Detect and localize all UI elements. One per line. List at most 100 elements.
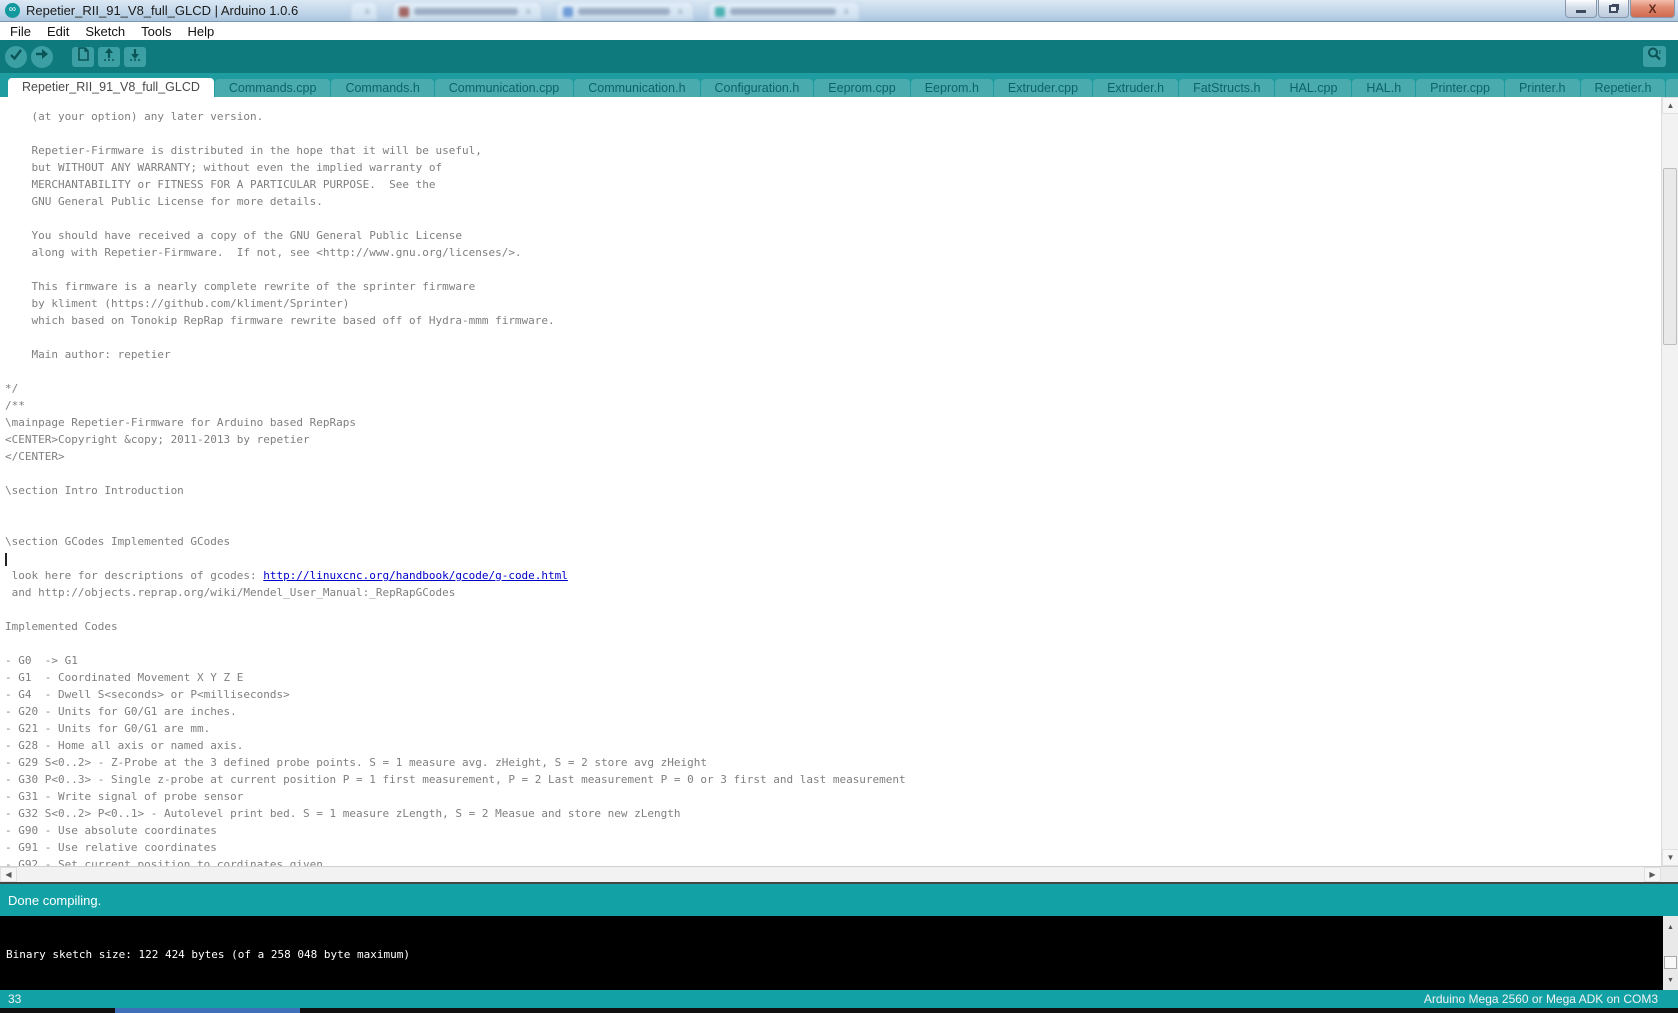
tab-Extruder.cpp[interactable]: Extruder.cpp (994, 79, 1092, 97)
code-line: - G91 - Use relative coordinates (5, 839, 1661, 856)
console-scrollbar-thumb[interactable] (1664, 956, 1677, 969)
tab-HAL.cpp[interactable]: HAL.cpp (1275, 79, 1351, 97)
console-scrollbar[interactable]: ▲ ▼ (1663, 916, 1678, 990)
code-line: This firmware is a nearly complete rewri… (5, 278, 1661, 295)
code-line (5, 329, 1661, 346)
save-icon (127, 46, 143, 67)
code-line (5, 601, 1661, 618)
console-scroll-down-icon[interactable]: ▼ (1663, 977, 1678, 984)
code-line: and http://objects.reprap.org/wiki/Mende… (5, 584, 1661, 601)
code-line: look here for descriptions of gcodes: ht… (5, 567, 1661, 584)
code-line (5, 363, 1661, 380)
open-button[interactable] (98, 47, 120, 67)
code-line: /** (5, 397, 1661, 414)
new-button[interactable] (72, 47, 94, 67)
code-line: MERCHANTABILITY or FITNESS FOR A PARTICU… (5, 176, 1661, 193)
open-icon (101, 46, 117, 67)
tab-close-icon: x (526, 7, 531, 16)
code-line (5, 125, 1661, 142)
tab-Commands.h[interactable]: Commands.h (331, 79, 433, 97)
tab-close-icon: x (844, 7, 849, 16)
code-text-area[interactable]: (at your option) any later version. Repe… (0, 97, 1661, 866)
menu-item-help[interactable]: Help (179, 24, 222, 39)
code-line: \section Intro Introduction (5, 482, 1661, 499)
text-cursor (5, 553, 7, 566)
tab-Communication.h[interactable]: Communication.h (574, 79, 699, 97)
code-line: \mainpage Repetier-Firmware for Arduino … (5, 414, 1661, 431)
tab-Extruder.h[interactable]: Extruder.h (1093, 79, 1178, 97)
code-line: - G32 S<0..2> P<0..1> - Autolevel print … (5, 805, 1661, 822)
code-line: - G31 - Write signal of probe sensor (5, 788, 1661, 805)
verify-icon (8, 46, 24, 67)
bottom-status-line: 33 Arduino Mega 2560 or Mega ADK on COM3 (0, 990, 1678, 1008)
tab-strip: Repetier_RII_91_V8_full_GLCDCommands.cpp… (0, 73, 1678, 97)
serial-monitor-button[interactable] (1643, 46, 1666, 67)
status-message: Done compiling. (8, 893, 101, 908)
tab-Eeprom.cpp[interactable]: Eeprom.cpp (814, 79, 909, 97)
tab-Communication.cpp[interactable]: Communication.cpp (435, 79, 573, 97)
tab-HAL.h[interactable]: HAL.h (1352, 79, 1415, 97)
save-button[interactable] (124, 47, 146, 67)
menu-item-tools[interactable]: Tools (133, 24, 179, 39)
editor-vertical-scrollbar[interactable]: ▲ ▼ (1661, 97, 1678, 866)
code-line (5, 499, 1661, 516)
status-bar: Done compiling. (0, 882, 1678, 916)
close-icon: X (1648, 2, 1656, 16)
code-editor[interactable]: (at your option) any later version. Repe… (0, 97, 1678, 866)
restore-button[interactable] (1598, 0, 1629, 18)
tab-FatStructs.h[interactable]: FatStructs.h (1179, 79, 1274, 97)
code-line: \section GCodes Implemented GCodes (5, 533, 1661, 550)
code-line: <CENTER>Copyright &copy; 2011-2013 by re… (5, 431, 1661, 448)
tab-Repetier.h[interactable]: Repetier.h (1581, 79, 1666, 97)
scroll-right-icon[interactable]: ▶ (1644, 867, 1661, 882)
code-line: - G29 S<0..2> - Z-Probe at the 3 defined… (5, 754, 1661, 771)
tab-close-icon: x (365, 7, 370, 16)
editor-horizontal-scrollbar[interactable]: ◀ ▶ (0, 866, 1678, 882)
menu-item-file[interactable]: File (2, 24, 39, 39)
verify-button[interactable] (5, 46, 27, 68)
code-line: Main author: repetier (5, 346, 1661, 363)
serial-monitor-icon (1646, 46, 1663, 67)
menu-item-sketch[interactable]: Sketch (77, 24, 133, 39)
scroll-left-icon[interactable]: ◀ (0, 867, 17, 882)
tab-Printer.h[interactable]: Printer.h (1505, 79, 1580, 97)
code-line: (at your option) any later version. (5, 108, 1661, 125)
gcode-reference-link[interactable]: http://linuxcnc.org/handbook/gcode/g-cod… (263, 569, 568, 582)
upload-button[interactable] (31, 46, 53, 68)
code-line (5, 210, 1661, 227)
code-line (5, 261, 1661, 278)
scroll-up-icon[interactable]: ▲ (1662, 97, 1678, 114)
tab-Eeprom.h[interactable]: Eeprom.h (911, 79, 993, 97)
tab-Configuration.h[interactable]: Configuration.h (701, 79, 814, 97)
code-line: - G4 - Dwell S<seconds> or P<millisecond… (5, 686, 1661, 703)
background-browser-tab: x (350, 1, 378, 20)
code-line: - G1 - Coordinated Movement X Y Z E (5, 669, 1661, 686)
tab-Repetier_RII_91_V8_full_GLCD[interactable]: Repetier_RII_91_V8_full_GLCD (8, 78, 214, 97)
window-controls: X (1564, 0, 1675, 18)
restore-icon (1609, 5, 1618, 13)
close-button[interactable]: X (1630, 0, 1675, 18)
taskbar-edge (0, 1008, 1678, 1013)
console-output: Binary sketch size: 122 424 bytes (of a … (0, 916, 1678, 990)
tab-Commands.cpp[interactable]: Commands.cpp (215, 79, 331, 97)
tab-Printer.cpp[interactable]: Printer.cpp (1416, 79, 1504, 97)
toolbar (0, 40, 1678, 73)
favicon-icon (563, 7, 573, 17)
arduino-ide-window: ∞ Repetier_RII_91_V8_full_GLCD | Arduino… (0, 0, 1678, 1013)
tab-SDCard.cpp[interactable]: SDCard.cpp▼ (1666, 79, 1678, 97)
taskbar-button[interactable] (115, 1008, 300, 1013)
code-line: which based on Tonokip RepRap firmware r… (5, 312, 1661, 329)
menu-item-edit[interactable]: Edit (39, 24, 77, 39)
background-browser-tabs: xxxx (350, 1, 950, 21)
code-line: - G0 -> G1 (5, 652, 1661, 669)
code-line: - G20 - Units for G0/G1 are inches. (5, 703, 1661, 720)
code-line: by kliment (https://github.com/kliment/S… (5, 295, 1661, 312)
code-line: Repetier-Firmware is distributed in the … (5, 142, 1661, 159)
code-line: Implemented Codes (5, 618, 1661, 635)
code-line (5, 516, 1661, 533)
editor-scrollbar-thumb[interactable] (1663, 168, 1677, 345)
minimize-button[interactable] (1565, 0, 1597, 18)
background-browser-tab: x (708, 1, 860, 20)
console-scroll-up-icon[interactable]: ▲ (1663, 924, 1678, 931)
scroll-down-icon[interactable]: ▼ (1662, 849, 1678, 866)
